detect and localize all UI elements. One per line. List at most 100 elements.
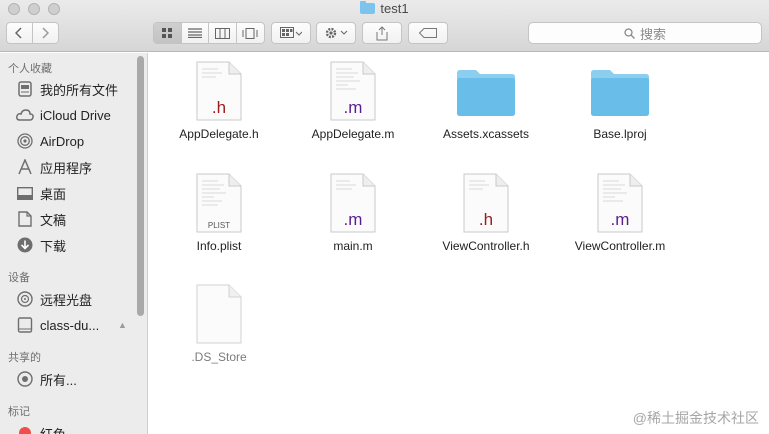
sidebar-item-red-tag[interactable]: 红色 <box>16 423 66 434</box>
sidebar-item-label: 桌面 <box>40 186 67 202</box>
window-title-bar: test1 <box>0 1 769 16</box>
sidebar-item-label: 所有... <box>40 372 77 388</box>
gear-icon <box>325 27 348 39</box>
tag-icon <box>419 28 437 38</box>
list-view-icon <box>187 28 202 38</box>
file-name: ViewController.h <box>442 239 530 253</box>
tag-button[interactable] <box>408 22 448 44</box>
file-name: Info.plist <box>196 239 242 253</box>
back-button[interactable] <box>7 23 33 43</box>
watermark: @稀土掘金技术社区 <box>632 410 759 426</box>
sidebar-item-label: 下载 <box>40 238 67 254</box>
sidebar-item-documents[interactable]: 文稿 <box>16 209 66 229</box>
file-item[interactable]: PLIST Info.plist <box>154 173 284 253</box>
sidebar-item-all-files[interactable]: 我的所有文件 <box>16 79 118 99</box>
file-item[interactable]: .m ViewController.m <box>555 173 685 253</box>
source-file-icon: .m <box>330 173 376 233</box>
folder-name: Assets.xcassets <box>442 127 530 141</box>
window-title: test1 <box>380 1 409 16</box>
folder-icon <box>591 70 649 116</box>
folder-item[interactable]: Assets.xcassets <box>421 61 551 141</box>
view-mode-control <box>153 22 265 44</box>
file-item[interactable]: .h AppDelegate.h <box>154 61 284 141</box>
share-button[interactable] <box>362 22 402 44</box>
column-view-icon <box>214 27 230 39</box>
action-button[interactable] <box>316 22 356 44</box>
header-file-icon: .h <box>196 61 242 121</box>
red-tag-icon <box>16 424 34 434</box>
file-browser: .h AppDelegate.h .m AppDelegate.m Assets… <box>149 53 769 434</box>
header-file-icon: .h <box>463 173 509 233</box>
grid-view-icon <box>162 28 173 38</box>
search-field[interactable]: 搜索 <box>528 22 762 44</box>
search-placeholder: 搜索 <box>639 26 666 42</box>
sidebar-item-label: class-du... <box>40 317 100 333</box>
file-name: ViewController.m <box>574 239 666 253</box>
folder-icon <box>360 1 376 14</box>
sidebar-item-label: 红色 <box>40 426 67 434</box>
desktop-icon <box>16 184 34 202</box>
column-view-button[interactable] <box>209 23 237 43</box>
section-title-shared: 共享的 <box>8 352 41 364</box>
sidebar-item-applications[interactable]: 应用程序 <box>16 157 92 177</box>
sidebar-item-remote-disc[interactable]: 远程光盘 <box>16 289 92 309</box>
sidebar-item-class-disk[interactable]: class-du... <box>16 315 99 335</box>
sidebar-item-label: 文稿 <box>40 212 67 228</box>
sidebar-item-label: 我的所有文件 <box>40 82 119 98</box>
sidebar-item-downloads[interactable]: 下载 <box>16 235 66 255</box>
file-name: main.m <box>333 239 373 253</box>
source-file-icon: .m <box>597 173 643 233</box>
file-item[interactable]: .h ViewController.h <box>421 173 551 253</box>
sidebar-scrollbar[interactable] <box>137 56 144 316</box>
section-title-devices: 设备 <box>8 272 30 284</box>
eject-icon[interactable]: ▲ <box>118 320 127 330</box>
chevron-left-icon <box>15 27 22 39</box>
arrange-button[interactable] <box>271 22 311 44</box>
icon-view-button[interactable] <box>154 23 182 43</box>
sidebar-item-icloud-drive[interactable]: iCloud Drive <box>16 105 111 125</box>
download-icon <box>16 236 34 254</box>
file-item[interactable]: .m main.m <box>288 173 418 253</box>
folder-name: Base.lproj <box>593 127 647 141</box>
svg-text:.m: .m <box>611 210 630 229</box>
disc-icon <box>16 290 34 308</box>
svg-text:.m: .m <box>344 210 363 229</box>
applications-icon <box>16 158 34 176</box>
folder-item[interactable]: Base.lproj <box>555 61 685 141</box>
svg-text:.m: .m <box>344 98 363 117</box>
airdrop-icon <box>16 132 34 150</box>
window-toolbar: test1 搜索 <box>0 0 769 52</box>
coverflow-view-button[interactable] <box>237 23 264 43</box>
sidebar: 个人收藏 我的所有文件 iCloud Drive AirDrop 应用程序 桌面… <box>0 53 148 434</box>
nav-buttons <box>6 22 59 44</box>
plist-file-icon: PLIST <box>196 173 242 233</box>
sidebar-item-desktop[interactable]: 桌面 <box>16 183 66 203</box>
section-title-favorites: 个人收藏 <box>8 63 52 75</box>
section-title-tags: 标记 <box>8 406 30 418</box>
svg-text:.h: .h <box>479 210 493 229</box>
sidebar-item-label: 远程光盘 <box>40 292 93 308</box>
cloud-icon <box>16 106 34 124</box>
sidebar-item-shared-all[interactable]: 所有... <box>16 369 77 389</box>
list-view-button[interactable] <box>182 23 209 43</box>
svg-text:PLIST: PLIST <box>208 221 230 230</box>
file-item[interactable]: .DS_Store <box>154 284 284 364</box>
sidebar-item-label: 应用程序 <box>40 160 93 176</box>
source-file-icon: .m <box>330 61 376 121</box>
sidebar-item-airdrop[interactable]: AirDrop <box>16 131 84 151</box>
network-icon <box>16 370 34 388</box>
documents-icon <box>16 210 34 228</box>
file-name: .DS_Store <box>191 350 247 364</box>
sidebar-item-label: iCloud Drive <box>40 107 111 123</box>
forward-button[interactable] <box>33 23 58 43</box>
coverflow-view-icon <box>242 27 258 39</box>
share-icon <box>376 25 388 40</box>
blank-file-icon <box>196 284 242 344</box>
sidebar-item-label: AirDrop <box>40 133 85 149</box>
file-item[interactable]: .m AppDelegate.m <box>288 61 418 141</box>
all-files-icon <box>16 80 34 98</box>
folder-icon <box>457 70 515 116</box>
arrange-icon <box>280 27 302 38</box>
file-name: AppDelegate.m <box>311 127 395 141</box>
svg-text:.h: .h <box>212 98 226 117</box>
